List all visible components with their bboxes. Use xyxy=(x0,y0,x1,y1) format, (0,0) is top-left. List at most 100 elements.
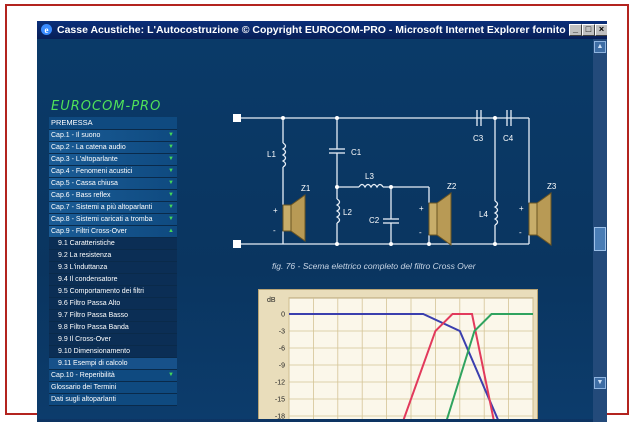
y-tick-label: -3 xyxy=(279,329,285,336)
submenu-item[interactable]: 9.9 Il Cross-Over xyxy=(49,334,177,346)
y-tick-label: -12 xyxy=(275,380,285,387)
figure-caption: fig. 76 - Scema elettrico completo del f… xyxy=(272,261,476,271)
scroll-up-icon[interactable]: ▲ xyxy=(594,41,606,53)
crossover-schematic: L1 C1 L3 L2 C2 C3 C4 L4 Z1 Z2 Z3 + - + -… xyxy=(233,110,557,248)
ie-icon: e xyxy=(41,24,52,35)
y-tick-label: -9 xyxy=(279,363,285,370)
label-Z1: Z1 xyxy=(301,184,311,193)
svg-text:e: e xyxy=(45,25,49,35)
menu-item[interactable]: Cap.10 - Reperibilità ▼ xyxy=(49,370,177,382)
menu-item[interactable]: Cap.6 - Bass reflex ▼ xyxy=(49,190,177,202)
maximize-button[interactable]: □ xyxy=(582,24,595,36)
minimize-button[interactable]: _ xyxy=(569,24,582,36)
menu-item[interactable]: Cap.5 - Cassa chiusa ▼ xyxy=(49,178,177,190)
submenu-item-label: 9.10 Dimensionamento xyxy=(58,348,130,355)
menu-item[interactable]: Cap.4 - Fenomeni acustici ▼ xyxy=(49,166,177,178)
submenu-item-label: 9.1 Caratteristiche xyxy=(58,240,115,247)
submenu-item-label: 9.3 L'induttanza xyxy=(58,264,108,271)
menu-item-expanded[interactable]: Cap.9 - Filtri Cross-Over ▲ xyxy=(49,226,177,238)
menu-item-label: Cap.2 - La catena audio xyxy=(51,144,126,151)
menu-item[interactable]: Dati sugli altoparlanti xyxy=(49,394,177,406)
title-bar: e Casse Acustiche: L'Autocostruzione © C… xyxy=(37,21,607,39)
submenu-item[interactable]: 9.6 Filtro Passa Alto xyxy=(49,298,177,310)
label-plus: + xyxy=(419,204,424,213)
y-tick-label: 0 xyxy=(281,312,285,319)
label-Z3: Z3 xyxy=(547,182,557,191)
chart-svg: dB0-3-6-9-12-15-18-21 xyxy=(267,297,534,421)
submenu-item[interactable]: 9.4 Il condensatore xyxy=(49,274,177,286)
label-L3: L3 xyxy=(365,172,374,181)
label-Z2: Z2 xyxy=(447,182,457,191)
banner-decoration xyxy=(37,419,593,422)
menu-item[interactable]: PREMESSA xyxy=(49,117,177,130)
frequency-response-chart: dB0-3-6-9-12-15-18-21 xyxy=(258,289,538,422)
submenu-item-label: 9.7 Filtro Passa Basso xyxy=(58,312,129,319)
label-L1: L1 xyxy=(267,150,276,159)
menu-item-label: Glossario dei Termini xyxy=(51,384,117,391)
scroll-down-icon[interactable]: ▼ xyxy=(594,377,606,389)
submenu-item-label: 9.9 Il Cross-Over xyxy=(58,336,111,343)
brand-logo: EUROCOM-PRO xyxy=(51,99,162,114)
menu-item[interactable]: Cap.2 - La catena audio ▼ xyxy=(49,142,177,154)
submenu-item[interactable]: 9.7 Filtro Passa Basso xyxy=(49,310,177,322)
label-minus: - xyxy=(273,226,276,235)
speaker-icon xyxy=(428,192,452,246)
submenu-item[interactable]: 9.8 Filtro Passa Banda xyxy=(49,322,177,334)
label-minus: - xyxy=(519,228,522,237)
label-plus: + xyxy=(519,204,524,213)
arrow-down-icon: ▼ xyxy=(168,156,174,162)
submenu-item[interactable]: 9.10 Dimensionamento xyxy=(49,346,177,358)
y-axis-label: dB xyxy=(267,297,276,304)
submenu-item[interactable]: 9.3 L'induttanza xyxy=(49,262,177,274)
y-tick-label: -6 xyxy=(279,346,285,353)
page-content: EUROCOM-PRO PREMESSA Cap.1 - Il suono ▼ C… xyxy=(37,39,593,422)
menu-item-label: Cap.8 - Sistemi caricati a tromba xyxy=(51,216,153,223)
browser-window: e Casse Acustiche: L'Autocostruzione © C… xyxy=(37,21,607,422)
submenu-item[interactable]: 9.2 La resistenza xyxy=(49,250,177,262)
submenu-item-selected[interactable]: 9.11 Esempi di calcolo xyxy=(49,358,177,370)
menu-item[interactable]: Glossario dei Termini xyxy=(49,382,177,394)
arrow-down-icon: ▼ xyxy=(168,192,174,198)
menu-item[interactable]: Cap.3 - L'altoparlante ▼ xyxy=(49,154,177,166)
menu-item-label: Dati sugli altoparlanti xyxy=(51,396,116,403)
submenu-item-label: 9.8 Filtro Passa Banda xyxy=(58,324,129,331)
label-minus: - xyxy=(419,228,422,237)
arrow-down-icon: ▼ xyxy=(168,204,174,210)
menu-item[interactable]: Cap.8 - Sistemi caricati a tromba ▼ xyxy=(49,214,177,226)
window-title: Casse Acustiche: L'Autocostruzione © Cop… xyxy=(57,24,607,36)
submenu-item-label: 9.2 La resistenza xyxy=(58,252,112,259)
submenu-item-label: 9.6 Filtro Passa Alto xyxy=(58,300,121,307)
submenu-item-label: 9.5 Comportamento dei filtri xyxy=(58,288,144,295)
arrow-down-icon: ▼ xyxy=(168,372,174,378)
submenu-item[interactable]: 9.1 Caratteristiche xyxy=(49,238,177,250)
label-L2: L2 xyxy=(343,208,352,217)
menu-item-label: Cap.5 - Cassa chiusa xyxy=(51,180,118,187)
arrow-down-icon: ▼ xyxy=(168,132,174,138)
menu-item[interactable]: Cap.7 - Sistemi a più altoparlanti ▼ xyxy=(49,202,177,214)
scroll-thumb[interactable] xyxy=(594,227,606,251)
close-button[interactable]: × xyxy=(595,24,607,36)
y-tick-label: -15 xyxy=(275,397,285,404)
menu-item-label: Cap.3 - L'altoparlante xyxy=(51,156,118,163)
label-C2: C2 xyxy=(369,216,380,225)
menu-item-label: Cap.1 - Il suono xyxy=(51,132,101,139)
arrow-down-icon: ▼ xyxy=(168,168,174,174)
sidebar-menu: PREMESSA Cap.1 - Il suono ▼ Cap.2 - La ca… xyxy=(49,117,177,406)
label-plus: + xyxy=(273,206,278,215)
arrow-down-icon: ▼ xyxy=(168,144,174,150)
label-L4: L4 xyxy=(479,210,488,219)
speaker-icon xyxy=(282,194,306,242)
arrow-down-icon: ▼ xyxy=(168,216,174,222)
speaker-icon xyxy=(528,192,552,246)
vertical-scrollbar[interactable]: ▲ ▼ xyxy=(593,39,607,422)
bottom-banner xyxy=(37,419,593,422)
arrow-down-icon: ▼ xyxy=(168,180,174,186)
label-C1: C1 xyxy=(351,148,362,157)
submenu-item-label: 9.4 Il condensatore xyxy=(58,276,118,283)
menu-item-label: Cap.6 - Bass reflex xyxy=(51,192,111,199)
menu-item-label: Cap.4 - Fenomeni acustici xyxy=(51,168,133,175)
submenu-item[interactable]: 9.5 Comportamento dei filtri xyxy=(49,286,177,298)
menu-item-label: Cap.10 - Reperibilità xyxy=(51,372,115,379)
menu-item[interactable]: Cap.1 - Il suono ▼ xyxy=(49,130,177,142)
menu-item-label: PREMESSA xyxy=(51,118,93,127)
